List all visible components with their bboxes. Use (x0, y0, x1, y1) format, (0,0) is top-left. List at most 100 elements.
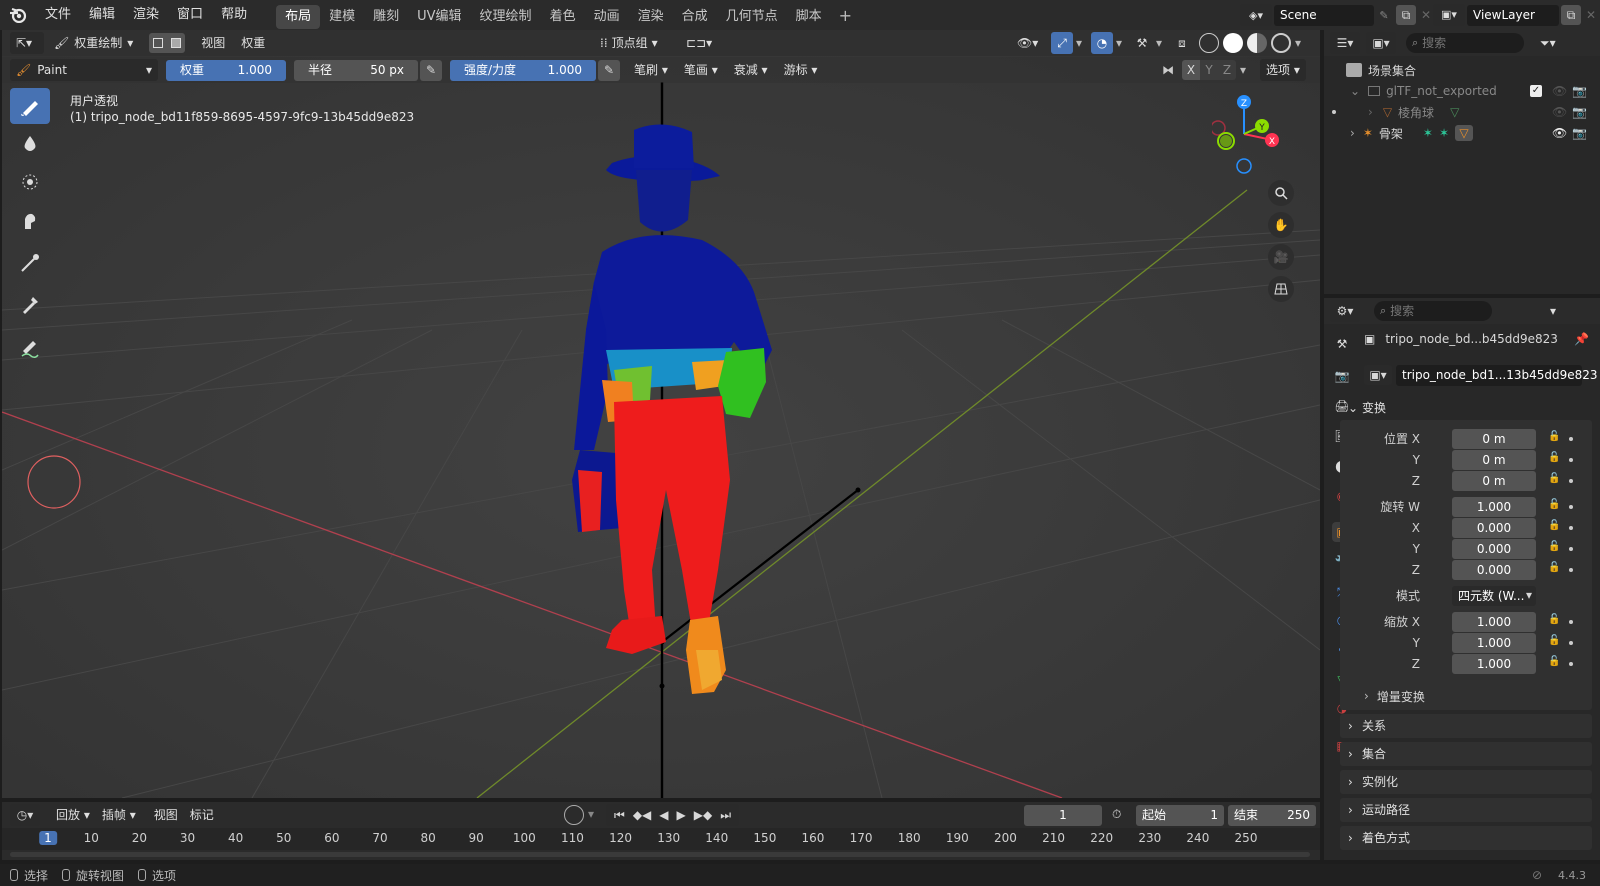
outliner-display-mode-icon[interactable]: ▣▾ (1366, 32, 1396, 54)
location-y-field[interactable]: 0 m (1452, 450, 1536, 470)
keyframe-dot[interactable] (1569, 505, 1573, 509)
outliner-editor-type-icon[interactable]: ☰▾ (1330, 32, 1360, 54)
preview-range-icon[interactable]: ⏱ (1112, 807, 1121, 822)
collections-panel-header[interactable]: › 集合 (1340, 742, 1592, 766)
auto-keying-icon[interactable] (564, 805, 584, 825)
wireframe-shading-icon[interactable] (1199, 33, 1219, 53)
gizmo-toggle-icon[interactable]: ⤢ (1051, 32, 1073, 54)
jump-start-icon[interactable]: ⏮ (610, 808, 629, 823)
menu-weights[interactable]: 权重 (235, 32, 271, 54)
render-tab-icon[interactable]: 📷 (1332, 366, 1352, 386)
properties-search-input[interactable] (1390, 304, 1481, 318)
tab-layout[interactable]: 布局 (276, 4, 321, 29)
jump-end-icon[interactable]: ⏭ (716, 808, 735, 823)
expand-chevron-icon[interactable]: › (1368, 105, 1373, 119)
menu-edit[interactable]: 编辑 (80, 0, 124, 30)
keyframe-dot[interactable] (1569, 437, 1573, 441)
falloff-menu[interactable]: 衰减 ▾ (728, 59, 774, 81)
motion-paths-panel-header[interactable]: › 运动路径 (1340, 798, 1592, 822)
draw-tool-icon[interactable] (10, 88, 50, 124)
lock-icon[interactable]: 🔓 (1548, 541, 1560, 553)
chevron-down-icon[interactable]: ▾ (1550, 304, 1556, 318)
transform-orientation-icon[interactable]: ⊏⊐▾ (680, 32, 718, 54)
mode-dropdown[interactable]: 🖌 权重绘制 ▾ (48, 32, 139, 54)
scene-collection-label[interactable]: 场景集合 (1368, 62, 1416, 79)
play-reverse-icon[interactable]: ◀ (655, 808, 672, 822)
scene-name-field[interactable]: Scene (1274, 4, 1374, 26)
tab-geometry-nodes[interactable]: 几何节点 (717, 5, 787, 29)
menu-help[interactable]: 帮助 (212, 0, 256, 30)
radius-slider[interactable]: 半径 50 px (294, 59, 418, 81)
lock-icon[interactable]: 🔓 (1548, 473, 1560, 485)
tab-modeling[interactable]: 建模 (320, 5, 364, 29)
mirror-x-toggle[interactable]: X (1182, 60, 1200, 80)
tab-scripting[interactable]: 脚本 (787, 5, 831, 29)
tab-animation[interactable]: 动画 (585, 5, 629, 29)
expand-chevron-icon[interactable]: › (1350, 126, 1355, 140)
tab-sculpting[interactable]: 雕刻 (364, 5, 408, 29)
outliner-search-input[interactable] (1422, 36, 1513, 50)
xray-toggle-icon[interactable]: ⧈ (1171, 36, 1193, 51)
scale-y-field[interactable]: 1.000 (1452, 633, 1536, 653)
3d-viewport[interactable]: ⇱▾ 🖌 权重绘制 ▾ 视图 权重 ⁞⁞ 顶点组 ▾ ⊏⊐▾ 👁▾ ⤢ ▾ ◔ ▾ ⚒ … (2, 30, 1320, 798)
weight-slider[interactable]: 权重 1.000 (166, 59, 286, 81)
stroke-menu[interactable]: 笔画 ▾ (678, 59, 724, 81)
blender-logo-icon[interactable] (0, 0, 36, 30)
scene-canvas[interactable] (2, 30, 1320, 798)
cursor-menu[interactable]: 游标 ▾ (778, 59, 824, 81)
smear-tool-icon[interactable] (10, 202, 50, 238)
rotation-z-field[interactable]: 0.000 (1452, 560, 1536, 580)
tab-rendering[interactable]: 渲染 (629, 5, 673, 29)
lock-icon[interactable]: 🔓 (1548, 635, 1560, 647)
camera-view-icon[interactable]: 🎥 (1268, 244, 1294, 270)
keying-menu[interactable]: 插帧 ▾ (96, 804, 142, 826)
menu-file[interactable]: 文件 (36, 0, 80, 30)
exclude-checkbox[interactable]: ✓ (1530, 85, 1542, 97)
pan-hand-icon[interactable]: ✋ (1268, 212, 1294, 238)
strength-pressure-icon[interactable]: ✎ (598, 59, 620, 81)
rotation-x-field[interactable]: 0.000 (1452, 518, 1536, 538)
keyframe-dot[interactable] (1569, 641, 1573, 645)
properties-editor-type-icon[interactable]: ⚙▾ (1330, 300, 1360, 322)
lock-icon[interactable]: 🔓 (1548, 562, 1560, 574)
tab-compositing[interactable]: 合成 (673, 5, 717, 29)
timeline-editor-type-icon[interactable]: ◷▾ (10, 804, 40, 826)
camera-icon[interactable]: 📷 (1572, 105, 1587, 119)
location-z-field[interactable]: 0 m (1452, 471, 1536, 491)
blur-tool-icon[interactable] (10, 126, 50, 162)
pin-icon[interactable]: ✎ (1374, 9, 1394, 22)
options-menu[interactable]: 选项 ▾ (1260, 59, 1306, 81)
timeline-view-menu[interactable]: 视图 (148, 804, 184, 826)
eye-icon[interactable]: 👁 (1552, 84, 1567, 98)
lock-icon[interactable]: 🔓 (1548, 614, 1560, 626)
navigation-gizmo[interactable]: Z X Y (1210, 92, 1292, 182)
mirror-y-toggle[interactable]: Y (1200, 60, 1218, 80)
pin-icon[interactable]: 📌 (1574, 332, 1589, 346)
location-x-field[interactable]: 0 m (1452, 429, 1536, 449)
delete-view-layer-icon[interactable]: ✕ (1581, 8, 1600, 22)
play-icon[interactable]: ▶ (673, 808, 690, 822)
camera-icon[interactable]: 📷 (1572, 84, 1587, 98)
brush-menu[interactable]: 笔刷 ▾ (628, 59, 674, 81)
lock-icon[interactable]: 🔓 (1548, 499, 1560, 511)
lock-icon[interactable]: 🔓 (1548, 656, 1560, 668)
visibility-icon[interactable]: 👁▾ (1017, 36, 1047, 50)
end-frame-field[interactable]: 结束 250 (1228, 805, 1316, 826)
filter-icon[interactable]: ⏷▾ (1540, 36, 1556, 51)
delta-transform-header[interactable]: › 增量变换 (1364, 686, 1425, 706)
annotate-tool-icon[interactable] (10, 330, 50, 366)
tab-uv-editing[interactable]: UV编辑 (408, 5, 470, 29)
lock-icon[interactable]: 🔓 (1548, 520, 1560, 532)
keyframe-dot[interactable] (1569, 662, 1573, 666)
editor-type-dropdown[interactable]: ⇱▾ (10, 32, 44, 54)
rotation-mode-dropdown[interactable]: 四元数 (W... (1452, 586, 1536, 606)
prev-keyframe-icon[interactable]: ◆◀ (629, 808, 655, 822)
perspective-grid-icon[interactable] (1268, 276, 1294, 302)
expand-chevron-icon[interactable]: ⌄ (1350, 84, 1360, 98)
rendered-shading-icon[interactable] (1271, 33, 1291, 53)
tab-texture-paint[interactable]: 纹理绘制 (471, 5, 541, 29)
rotation-w-field[interactable]: 1.000 (1452, 497, 1536, 517)
rotation-y-field[interactable]: 0.000 (1452, 539, 1536, 559)
outliner-item-armature[interactable]: 骨架 (1379, 125, 1403, 142)
sample-weight-icon[interactable] (10, 286, 50, 322)
